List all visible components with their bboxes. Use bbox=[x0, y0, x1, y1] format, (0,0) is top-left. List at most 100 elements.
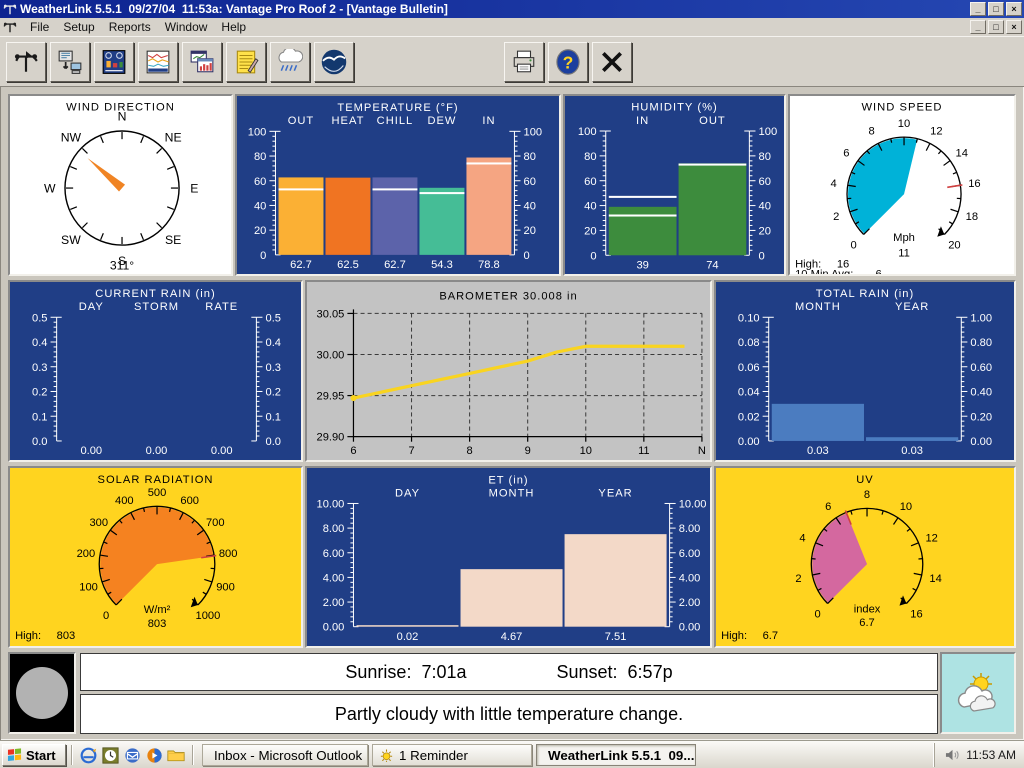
mail-icon[interactable] bbox=[122, 745, 142, 765]
column-label: MONTH bbox=[489, 487, 535, 499]
media-player-icon[interactable] bbox=[144, 745, 164, 765]
column-label: DEW bbox=[427, 115, 456, 127]
menu-help[interactable]: Help bbox=[214, 18, 253, 36]
storm-button[interactable] bbox=[270, 42, 310, 82]
menu-reports[interactable]: Reports bbox=[102, 18, 158, 36]
noaa-button[interactable] bbox=[314, 42, 354, 82]
column-label: STORM bbox=[134, 301, 179, 313]
close-bulletin-button[interactable] bbox=[592, 42, 632, 82]
y-tick-label: 0.10 bbox=[738, 312, 760, 324]
bar-day bbox=[356, 625, 458, 627]
gauge-label: 12 bbox=[925, 532, 937, 544]
folder-icon[interactable] bbox=[166, 745, 186, 765]
menu-file[interactable]: File bbox=[23, 18, 56, 36]
gauge-value: 11 bbox=[898, 247, 910, 259]
column-value: 39 bbox=[636, 260, 648, 272]
bulletin-button[interactable] bbox=[94, 42, 134, 82]
column-label: IN bbox=[482, 115, 495, 127]
print-button[interactable] bbox=[504, 42, 544, 82]
download-button[interactable] bbox=[50, 42, 90, 82]
menu-bar: File Setup Reports Window Help _ □ × bbox=[0, 18, 1024, 36]
y-tick-label: 0.0 bbox=[32, 436, 48, 448]
start-button[interactable]: Start bbox=[2, 744, 66, 766]
minimize-button[interactable]: _ bbox=[970, 2, 986, 16]
task-reminder[interactable]: 1 Reminder bbox=[372, 744, 532, 766]
chart-title: WIND SPEED bbox=[861, 102, 942, 114]
y-tick-label: 40 bbox=[584, 201, 596, 213]
sunset-value: 6:57p bbox=[628, 662, 673, 683]
task-outlook[interactable]: Inbox - Microsoft Outlook bbox=[202, 744, 368, 766]
moon-icon bbox=[16, 667, 68, 719]
gauge-value: 6.7 bbox=[859, 617, 874, 629]
y-tick-label: 80 bbox=[584, 151, 596, 163]
menu-setup[interactable]: Setup bbox=[56, 18, 101, 36]
help-button[interactable]: ? bbox=[548, 42, 588, 82]
y-tick-label: 60 bbox=[524, 176, 536, 188]
y-tick-label: 0.0 bbox=[266, 436, 282, 448]
reports-button[interactable] bbox=[226, 42, 266, 82]
weather-station-icon bbox=[13, 49, 39, 75]
gauge-label: 20 bbox=[948, 240, 960, 252]
column-value: 0.00 bbox=[211, 445, 233, 457]
y-tick-label: 0.40 bbox=[970, 387, 992, 399]
panel-current-rain: CURRENT RAIN (in)0.00.10.20.30.40.50.00.… bbox=[8, 280, 303, 462]
close-button[interactable]: × bbox=[1006, 2, 1022, 16]
y-tick-label: 8.00 bbox=[679, 523, 701, 535]
et-chart: ET (in)0.002.004.006.008.0010.000.002.00… bbox=[307, 468, 710, 646]
sun-times-bar: Sunrise:7:01a Sunset:6:57p bbox=[80, 653, 938, 691]
task-weatherlink[interactable]: WeatherLink 5.5.1 09... bbox=[536, 744, 696, 766]
column-label: YEAR bbox=[598, 487, 632, 499]
y-tick-label: 100 bbox=[759, 126, 778, 138]
sunrise-label: Sunrise: bbox=[345, 662, 411, 683]
gauge-end-arrow bbox=[899, 595, 906, 605]
bar-dew bbox=[419, 188, 464, 255]
humidity-chart: HUMIDITY (%)020406080100020406080100IN39… bbox=[565, 96, 784, 274]
solar-radiation-chart: SOLAR RADIATION0100200300400500600700800… bbox=[10, 468, 301, 646]
gauge-label: 12 bbox=[930, 126, 942, 138]
bulletin-icon bbox=[101, 49, 127, 75]
gauge-label: 4 bbox=[831, 178, 837, 190]
menu-window[interactable]: Window bbox=[158, 18, 215, 36]
taskbar-separator-2 bbox=[192, 745, 193, 765]
compass-label: SE bbox=[165, 233, 181, 247]
y-tick-label: 8.00 bbox=[323, 523, 345, 535]
stat-label: High: bbox=[15, 630, 41, 642]
plot-button[interactable] bbox=[182, 42, 222, 82]
child-restore-button[interactable]: □ bbox=[988, 20, 1004, 34]
task-outlook-label: Inbox - Microsoft Outlook bbox=[214, 748, 362, 763]
taskbar-clock[interactable]: 11:53 AM bbox=[966, 748, 1016, 762]
child-close-button[interactable]: × bbox=[1006, 20, 1022, 34]
y-tick-label: 29.90 bbox=[317, 432, 345, 444]
gauge-label: 500 bbox=[148, 487, 167, 499]
y-tick-label: 0.2 bbox=[32, 387, 48, 399]
print-icon bbox=[511, 49, 537, 75]
child-window-icon[interactable] bbox=[3, 20, 17, 34]
restore-button[interactable]: □ bbox=[988, 2, 1004, 16]
gauge-label: 10 bbox=[898, 118, 910, 130]
y-tick-label: 4.00 bbox=[679, 572, 701, 584]
clock-launcher-icon[interactable] bbox=[100, 745, 120, 765]
weather-station-button[interactable] bbox=[6, 42, 46, 82]
volume-icon[interactable] bbox=[945, 748, 960, 762]
chart-title: SOLAR RADIATION bbox=[98, 474, 214, 486]
strip-chart-button[interactable] bbox=[138, 42, 178, 82]
stat-value: 6.7 bbox=[763, 630, 778, 642]
gauge-label: 14 bbox=[955, 147, 967, 159]
noaa-icon bbox=[320, 48, 348, 76]
internet-explorer-icon[interactable] bbox=[78, 745, 98, 765]
gauge-label: 2 bbox=[833, 211, 839, 223]
temperature-chart: TEMPERATURE (°F)020406080100020406080100… bbox=[237, 96, 559, 274]
bar-out bbox=[679, 163, 747, 255]
column-label: MONTH bbox=[795, 301, 841, 313]
gauge-label: 10 bbox=[900, 501, 912, 513]
y-tick-label: 0 bbox=[590, 250, 596, 262]
panel-temperature: TEMPERATURE (°F)020406080100020406080100… bbox=[235, 94, 561, 276]
y-tick-label: 0.06 bbox=[738, 362, 760, 374]
y-tick-label: 1.00 bbox=[970, 312, 992, 324]
bar-year bbox=[565, 534, 667, 627]
marker-line bbox=[466, 162, 511, 164]
y-tick-label: 0.00 bbox=[323, 622, 345, 634]
child-minimize-button[interactable]: _ bbox=[970, 20, 986, 34]
y-tick-label: 0.1 bbox=[32, 411, 48, 423]
chart-title: HUMIDITY (%) bbox=[631, 102, 718, 114]
